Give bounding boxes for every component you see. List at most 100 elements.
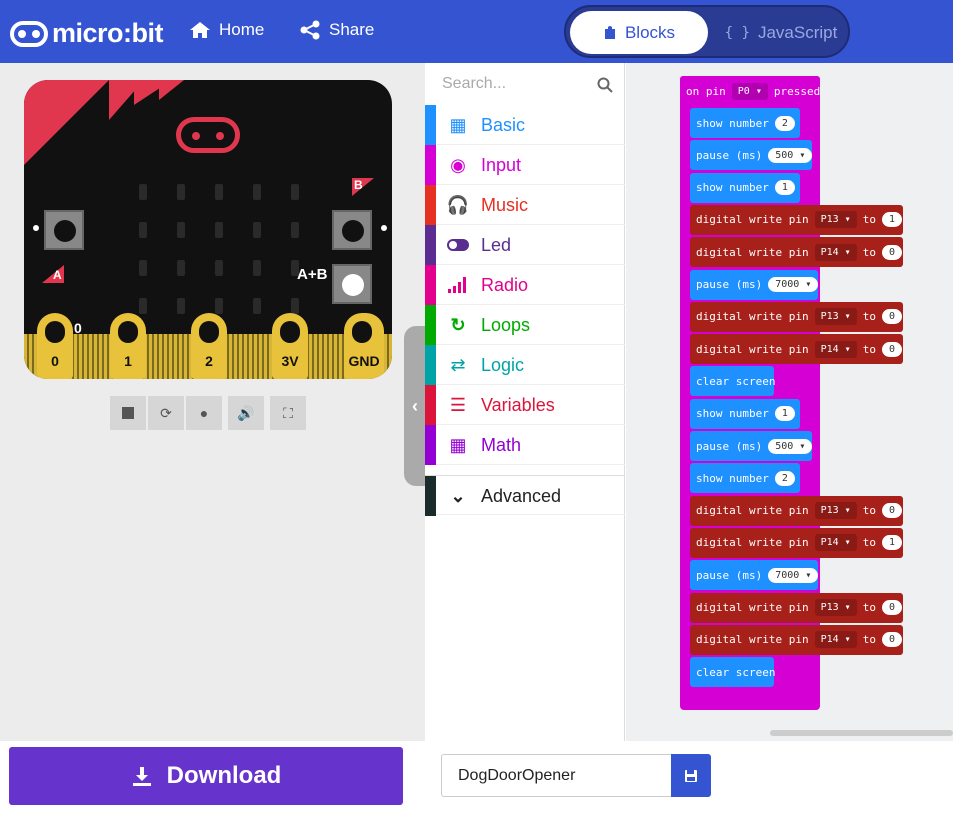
- digital-write-block[interactable]: digital write pin P14 ▾ to 0: [690, 237, 903, 268]
- fullscreen-button[interactable]: ⛶: [270, 396, 306, 430]
- pin-dropdown[interactable]: P13 ▾: [814, 599, 857, 616]
- download-button[interactable]: Download: [9, 747, 403, 805]
- project-name-input[interactable]: [441, 754, 671, 797]
- show-number-block[interactable]: show number 1: [690, 398, 800, 429]
- pause-block[interactable]: pause (ms) 7000 ▾: [690, 560, 819, 591]
- pause-block[interactable]: pause (ms) 500 ▾: [690, 140, 813, 171]
- category-radio[interactable]: Radio: [425, 265, 625, 305]
- home-button[interactable]: Home: [189, 20, 264, 40]
- number-input[interactable]: 2: [774, 470, 795, 486]
- logo-text: micro:bit: [52, 18, 164, 48]
- pin-label: 0: [51, 353, 59, 369]
- microbit-face-logo: [176, 117, 240, 153]
- button-ab[interactable]: [332, 264, 372, 304]
- pin-dropdown[interactable]: P14 ▾: [814, 534, 857, 552]
- signal-bars-icon: [447, 275, 469, 295]
- search-input[interactable]: Search...: [442, 75, 506, 93]
- show-number-block[interactable]: show number 2: [690, 463, 800, 494]
- pin-gnd[interactable]: GND: [344, 313, 384, 379]
- pin-dropdown[interactable]: P14 ▾: [814, 340, 857, 358]
- pin-0[interactable]: 0: [37, 313, 73, 379]
- digital-write-block[interactable]: digital write pin P13 ▾ to 0: [690, 495, 903, 526]
- clear-screen-block[interactable]: clear screen: [690, 657, 775, 688]
- blocks-label: Blocks: [624, 22, 676, 42]
- value-input[interactable]: 0: [881, 632, 902, 648]
- pin-dropdown[interactable]: P13 ▾: [814, 502, 857, 520]
- mute-button[interactable]: 🔊: [228, 396, 264, 430]
- value-input[interactable]: 0: [881, 309, 902, 325]
- digital-write-block[interactable]: digital write pin P13 ▾ to 0: [690, 301, 903, 332]
- clear-screen-block[interactable]: clear screen: [690, 366, 775, 397]
- value-input[interactable]: 0: [881, 341, 902, 357]
- category-advanced[interactable]: ⌄ Advanced: [425, 475, 625, 516]
- collapse-simulator-tab[interactable]: ‹: [404, 326, 426, 486]
- number-input[interactable]: 2: [774, 115, 795, 131]
- category-led[interactable]: Led: [425, 225, 625, 265]
- javascript-tab[interactable]: { } JavaScript: [716, 11, 846, 54]
- pin-dropdown[interactable]: P14 ▾: [814, 631, 857, 649]
- pin-1[interactable]: 1: [110, 313, 146, 379]
- pause-block[interactable]: pause (ms) 500 ▾: [690, 431, 813, 461]
- home-icon: [190, 22, 210, 38]
- to-label: to: [862, 342, 876, 356]
- show-number-block[interactable]: show number 2: [690, 108, 800, 138]
- duration-value: 7000: [775, 279, 800, 290]
- value-input[interactable]: 1: [881, 535, 902, 551]
- digital-write-block[interactable]: digital write pin P14 ▾ to 0: [690, 624, 903, 655]
- slow-mo-button[interactable]: ●: [186, 396, 222, 430]
- toolbox-search[interactable]: Search...: [425, 63, 625, 105]
- pin-dropdown[interactable]: P13 ▾: [814, 211, 857, 229]
- category-music[interactable]: 🎧 Music: [425, 185, 625, 225]
- value-input[interactable]: 0: [881, 503, 902, 519]
- button-b[interactable]: [332, 210, 372, 250]
- pin-dropdown[interactable]: P13 ▾: [814, 308, 857, 326]
- category-label: Music: [481, 195, 529, 215]
- digital-write-block[interactable]: digital write pin P13 ▾ to 0: [690, 592, 903, 623]
- editor-toggle: Blocks { } JavaScript: [564, 5, 850, 58]
- value-input[interactable]: 0: [881, 600, 902, 615]
- pause-block[interactable]: pause (ms) 7000 ▾: [690, 269, 819, 300]
- pin-value: P0: [737, 85, 750, 97]
- button-a[interactable]: [44, 210, 84, 250]
- pin-label: 1: [124, 353, 132, 369]
- workspace-scrollbar[interactable]: [770, 730, 953, 736]
- number-input[interactable]: 1: [774, 406, 795, 422]
- pin-2[interactable]: 2: [191, 313, 227, 379]
- duration-dropdown[interactable]: 7000 ▾: [768, 567, 819, 583]
- share-label: Share: [329, 20, 375, 39]
- pin-3v[interactable]: 3V: [272, 313, 308, 379]
- restart-button[interactable]: ⟳: [148, 396, 184, 430]
- button-ab-label: A+B: [297, 266, 328, 283]
- category-basic[interactable]: ▦ Basic: [425, 105, 625, 145]
- category-input[interactable]: ◉ Input: [425, 145, 625, 185]
- value-input[interactable]: 0: [881, 244, 902, 260]
- stop-button[interactable]: [110, 396, 146, 430]
- number-input[interactable]: 1: [774, 180, 795, 196]
- category-label: Input: [481, 155, 522, 175]
- category-math[interactable]: ▦ Math: [425, 425, 625, 465]
- category-loops[interactable]: ↻ Loops: [425, 305, 625, 345]
- value-input[interactable]: 1: [881, 212, 902, 228]
- blocks-tab[interactable]: Blocks: [570, 11, 708, 54]
- digital-write-block[interactable]: digital write pin P14 ▾ to 0: [690, 334, 903, 365]
- restart-icon: ⟳: [160, 404, 172, 421]
- button-b-label: B: [354, 178, 363, 192]
- pin-dropdown[interactable]: P0 ▾: [731, 82, 768, 100]
- on-pin-pressed-header: on pin P0 ▾ pressed: [680, 76, 821, 106]
- digital-write-block[interactable]: digital write pin P14 ▾ to 1: [690, 527, 903, 558]
- duration-dropdown[interactable]: 7000 ▾: [768, 277, 819, 292]
- block-label: pause (ms): [696, 278, 763, 291]
- save-button[interactable]: [671, 754, 711, 797]
- digital-write-block[interactable]: digital write pin P13 ▾ to 1: [690, 204, 903, 235]
- share-button[interactable]: Share: [299, 20, 374, 40]
- to-label: to: [862, 536, 876, 550]
- category-variables[interactable]: ☰ Variables: [425, 385, 625, 425]
- led: [139, 222, 147, 238]
- duration-dropdown[interactable]: 500 ▾: [768, 147, 813, 163]
- microbit-logo[interactable]: micro:bit: [10, 18, 164, 49]
- show-number-block[interactable]: show number 1: [690, 172, 800, 203]
- pin-label: 2: [205, 353, 213, 369]
- duration-dropdown[interactable]: 500 ▾: [768, 438, 813, 454]
- category-logic[interactable]: ⇄ Logic: [425, 345, 625, 385]
- pin-dropdown[interactable]: P14 ▾: [814, 243, 857, 261]
